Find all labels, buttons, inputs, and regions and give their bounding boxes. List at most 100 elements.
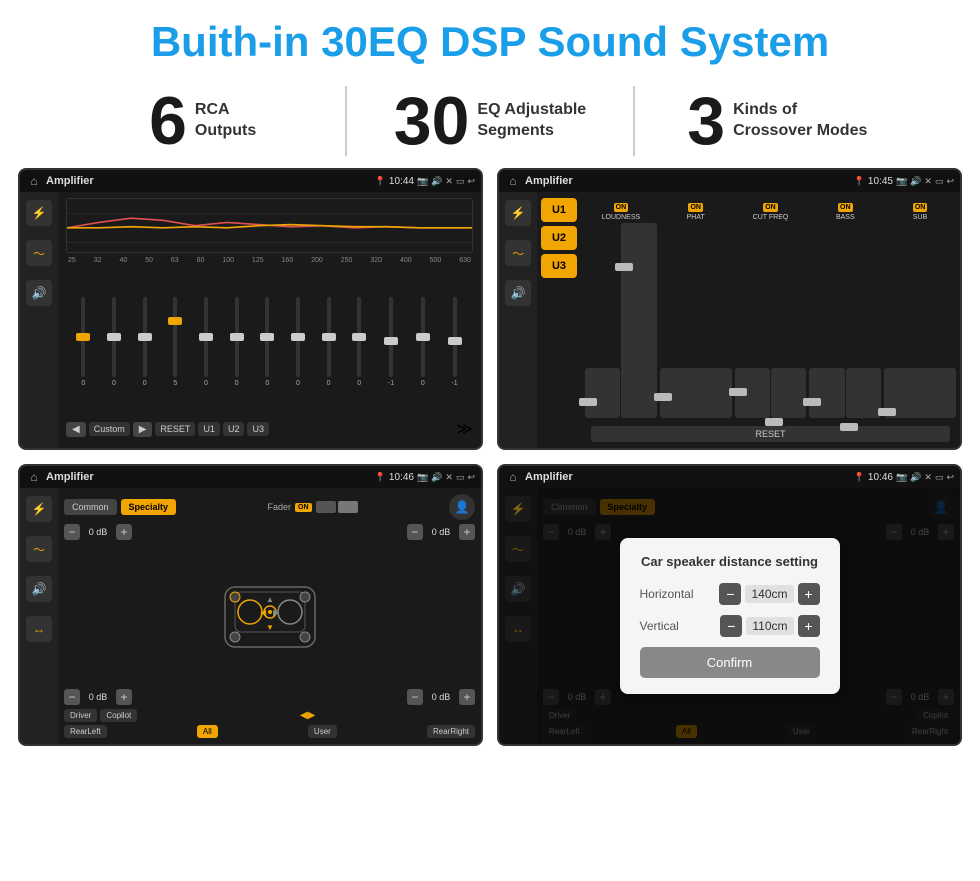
status-bar-2: ⌂ Amplifier 📍 10:45 📷 🔊 ✕ ▭ ↩ — [499, 170, 960, 192]
phat-track-1[interactable] — [660, 368, 732, 418]
fader-label-3: Fader — [268, 502, 292, 512]
eq-u2-button[interactable]: U2 — [223, 422, 245, 436]
screen2-time: 10:45 — [868, 176, 893, 187]
car-svg-3: ◀ ▶ ▲ ▼ — [200, 572, 340, 662]
slider-5[interactable]: 0 — [204, 297, 208, 387]
rearleft-btn-3[interactable]: RearLeft — [64, 725, 107, 738]
status-icons-1: 📍 10:44 📷 🔊 ✕ ▭ ↩ — [375, 176, 475, 187]
db-plus-tr[interactable]: + — [459, 524, 475, 540]
speaker-icon-2[interactable]: 🔊 — [505, 280, 531, 306]
db-value-br: 0 dB — [426, 692, 456, 702]
slider-10[interactable]: 0 — [357, 297, 361, 387]
db-minus-br[interactable]: − — [407, 689, 423, 705]
slider-11[interactable]: -1 — [388, 297, 394, 387]
slider-8[interactable]: 0 — [296, 297, 300, 387]
eq-u3-button[interactable]: U3 — [247, 422, 269, 436]
bass-track-1[interactable] — [809, 368, 844, 418]
screen1-title: Amplifier — [46, 175, 371, 187]
sub-label: SUB — [884, 214, 956, 221]
copilot-btn-3[interactable]: Copilot — [100, 709, 137, 722]
home-icon-2[interactable]: ⌂ — [505, 173, 521, 189]
sub-slider-group — [884, 223, 956, 422]
settings-icon-3[interactable]: 👤 — [449, 494, 475, 520]
slider-1[interactable]: 0 — [81, 297, 85, 387]
wave-icon[interactable]: 〜 — [26, 240, 52, 266]
channel-phat: ON PHAT — [660, 196, 732, 221]
eq-custom-button[interactable]: Custom — [89, 422, 130, 436]
channel-bass: ON BASS — [809, 196, 881, 221]
speaker-icon-3[interactable]: 🔊 — [26, 576, 52, 602]
slider-13[interactable]: -1 — [451, 297, 457, 387]
amp-u1-button[interactable]: U1 — [541, 198, 577, 222]
fader-slider-2[interactable] — [338, 501, 358, 513]
vertical-control: − 110cm + — [720, 615, 819, 637]
vertical-plus[interactable]: + — [798, 615, 820, 637]
loudness-on: ON — [614, 203, 629, 212]
db-minus-tr[interactable]: − — [407, 524, 423, 540]
horizontal-minus[interactable]: − — [719, 583, 741, 605]
amp-reset-button[interactable]: RESET — [591, 426, 950, 442]
driver-btn-3[interactable]: Driver — [64, 709, 97, 722]
all-btn-3[interactable]: All — [197, 725, 218, 738]
db-plus-tl[interactable]: + — [116, 524, 132, 540]
eq-main-area: 25 32 40 50 63 80 100 125 160 200 250 32… — [58, 192, 481, 448]
screen4-content: ⚡ 〜 🔊 ↔ Common Specialty 👤 −0 dB+ −0 dB+ — [499, 488, 960, 744]
status-bar-3: ⌂ Amplifier 📍 10:46 📷 🔊 ✕ ▭ ↩ — [20, 466, 481, 488]
slider-6[interactable]: 0 — [235, 297, 239, 387]
eq-play-button[interactable]: ▶ — [133, 422, 153, 437]
db-minus-bl[interactable]: − — [64, 689, 80, 705]
eq-prev-button[interactable]: ◀ — [66, 422, 86, 437]
cutfreq-track-2[interactable] — [771, 368, 806, 418]
slider-7[interactable]: 0 — [265, 297, 269, 387]
cutfreq-label: CUT FREQ — [735, 214, 807, 221]
wave-icon-2[interactable]: 〜 — [505, 240, 531, 266]
horizontal-value: 140cm — [745, 585, 793, 603]
slider-3[interactable]: 0 — [143, 297, 147, 387]
home-icon-1[interactable]: ⌂ — [26, 173, 42, 189]
speaker-icon[interactable]: 🔊 — [26, 280, 52, 306]
eq-u1-button[interactable]: U1 — [198, 422, 220, 436]
eq-reset-button[interactable]: RESET — [155, 422, 195, 436]
slider-9[interactable]: 0 — [327, 297, 331, 387]
user-btn-3[interactable]: User — [308, 725, 337, 738]
bass-track-2[interactable] — [846, 368, 881, 418]
screen2-sidebar: ⚡ 〜 🔊 — [499, 192, 537, 448]
eq-icon-2[interactable]: ⚡ — [505, 200, 531, 226]
slider-4[interactable]: 5 — [173, 297, 177, 387]
screen3-sidebar: ⚡ 〜 🔊 ↔ — [20, 488, 58, 744]
eq-icon[interactable]: ⚡ — [26, 200, 52, 226]
db-control-bl: − 0 dB + — [64, 689, 132, 705]
vertical-minus[interactable]: − — [720, 615, 742, 637]
sub-track-1[interactable] — [884, 368, 956, 418]
vertical-row: Vertical − 110cm + — [640, 615, 820, 637]
db-controls-top: − 0 dB + − 0 dB + — [64, 524, 475, 540]
tab-common-3[interactable]: Common — [64, 499, 117, 515]
amp-u3-button[interactable]: U3 — [541, 254, 577, 278]
rearright-btn-3[interactable]: RearRight — [427, 725, 475, 738]
amp-u2-button[interactable]: U2 — [541, 226, 577, 250]
db-minus-tl[interactable]: − — [64, 524, 80, 540]
screen-speaker: ⌂ Amplifier 📍 10:46 📷 🔊 ✕ ▭ ↩ ⚡ 〜 🔊 ↔ — [18, 464, 483, 746]
cutfreq-track-1[interactable] — [735, 368, 770, 418]
db-plus-bl[interactable]: + — [116, 689, 132, 705]
screen1-sidebar: ⚡ 〜 🔊 — [20, 192, 58, 448]
slider-2[interactable]: 0 — [112, 297, 116, 387]
status-icons-4: 📍 10:46 📷 🔊 ✕ ▭ ↩ — [854, 472, 954, 483]
db-plus-br[interactable]: + — [459, 689, 475, 705]
loudness-track-1[interactable] — [585, 368, 620, 418]
arrow-icon-3[interactable]: ↔ — [26, 616, 52, 642]
screen4-title: Amplifier — [525, 471, 850, 483]
eq-icon-3[interactable]: ⚡ — [26, 496, 52, 522]
screen-amp: ⌂ Amplifier 📍 10:45 📷 🔊 ✕ ▭ ↩ ⚡ 〜 🔊 U1 U… — [497, 168, 962, 450]
slider-12[interactable]: 0 — [421, 297, 425, 387]
fader-slider-1[interactable] — [316, 501, 336, 513]
screen3-main: Common Specialty Fader ON 👤 — [58, 488, 481, 744]
confirm-button[interactable]: Confirm — [640, 647, 820, 678]
tab-specialty-3[interactable]: Specialty — [121, 499, 177, 515]
home-icon-4[interactable]: ⌂ — [505, 469, 521, 485]
horizontal-plus[interactable]: + — [798, 583, 820, 605]
home-icon-3[interactable]: ⌂ — [26, 469, 42, 485]
loudness-track-2[interactable] — [621, 223, 656, 418]
wave-icon-3[interactable]: 〜 — [26, 536, 52, 562]
db-value-bl: 0 dB — [83, 692, 113, 702]
